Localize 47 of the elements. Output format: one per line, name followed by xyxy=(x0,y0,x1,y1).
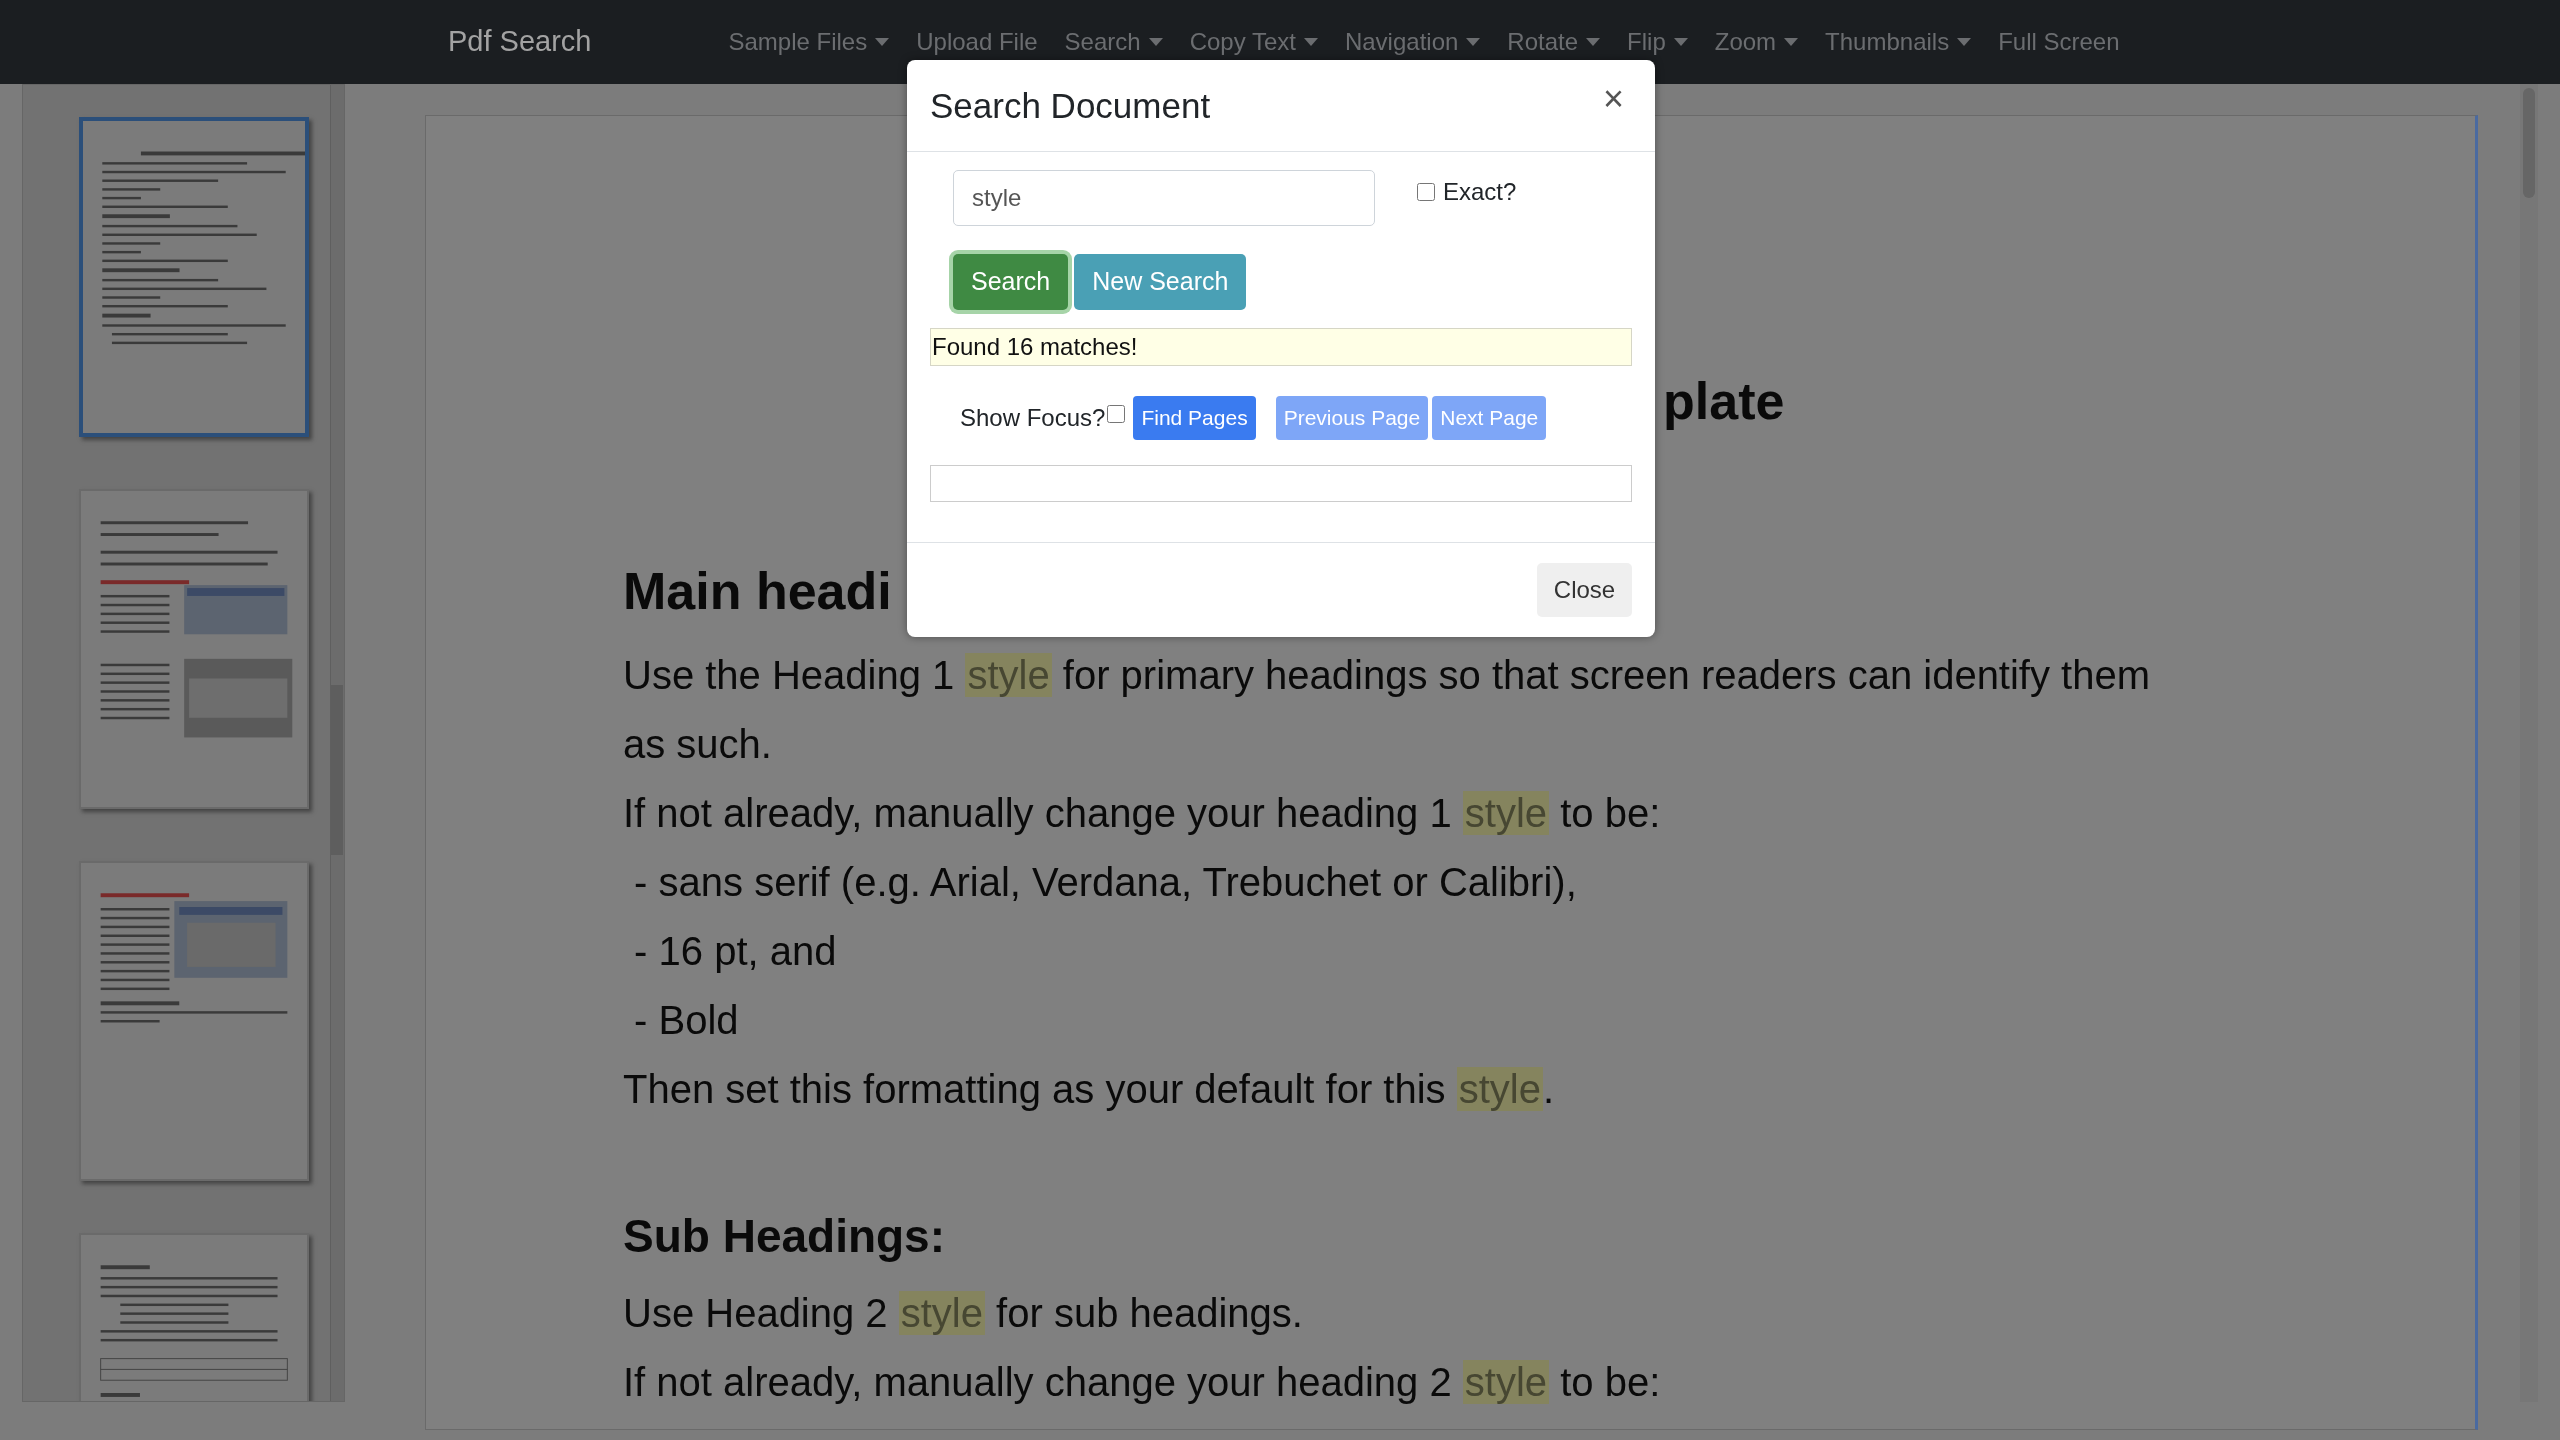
caret-icon xyxy=(875,38,890,46)
body-text: - sans serif (e.g. Arial, Verdana, Trebuchet or Calibri), xyxy=(633,859,1577,906)
caret-icon xyxy=(1673,38,1688,46)
body-text: Use Heading 2 style for sub headings. xyxy=(623,1290,1303,1337)
close-button[interactable]: Close xyxy=(1537,563,1632,617)
nav-dropdown[interactable]: Navigation xyxy=(1344,24,1481,60)
nav-dropdown[interactable]: Search xyxy=(1064,24,1163,60)
page-button[interactable]: Find Pages xyxy=(1133,396,1256,440)
exact-checkbox[interactable] xyxy=(1417,183,1435,201)
caret-icon xyxy=(1303,38,1318,46)
status-message: Found 16 matches! xyxy=(930,328,1632,366)
body-text: - 16 pt, and xyxy=(633,928,837,975)
page-thumbnail[interactable] xyxy=(79,489,309,809)
nav-dropdown[interactable]: Rotate xyxy=(1507,24,1601,60)
caret-icon xyxy=(1466,38,1481,46)
nav-dropdown[interactable]: Sample Files xyxy=(728,24,890,60)
scrollbar[interactable] xyxy=(2520,84,2538,1402)
dialog-title: Search Document xyxy=(930,84,1211,127)
caret-icon xyxy=(1148,38,1163,46)
nav-dropdown[interactable]: Zoom xyxy=(1714,24,1799,60)
nav-dropdown[interactable]: Flip xyxy=(1627,24,1688,60)
nav-dropdown[interactable]: Copy Text xyxy=(1189,24,1318,60)
body-text: - Bold xyxy=(633,997,739,1044)
page-thumbnail[interactable] xyxy=(79,861,309,1181)
body-text: If not already, manually change your heading 1 style to be: xyxy=(623,790,1661,837)
nav-link[interactable]: Full Screen xyxy=(1998,24,2120,60)
new-search-button[interactable]: New Search xyxy=(1074,254,1247,310)
scrollbar[interactable] xyxy=(330,85,344,1401)
nav-dropdown[interactable]: Thumbnails xyxy=(1825,24,1972,60)
checkbox-label: Show Focus? xyxy=(960,403,1106,433)
checkbox-label: Exact? xyxy=(1443,177,1517,207)
nav-link[interactable]: Upload File xyxy=(916,24,1038,60)
caret-icon xyxy=(1957,38,1972,46)
caret-icon xyxy=(1784,38,1799,46)
body-text: as such. xyxy=(623,721,772,768)
page-thumbnail[interactable] xyxy=(79,117,309,437)
document-title: plate xyxy=(1663,371,1785,431)
caret-icon xyxy=(1586,38,1601,46)
search-field[interactable]: style xyxy=(953,170,1375,226)
body-text: Then set this formatting as your default for this style. xyxy=(623,1066,1555,1113)
close-button[interactable]: × xyxy=(1594,80,1632,117)
brand-title[interactable]: Pdf Search xyxy=(448,20,592,64)
body-text: If not already, manually change your heading 2 style to be: xyxy=(623,1359,1661,1406)
show-focus-checkbox[interactable] xyxy=(1107,405,1126,423)
section-heading: Sub Headings: xyxy=(623,1209,946,1264)
section-heading: Main headi xyxy=(623,561,892,621)
body-text: Use the Heading 1 style for primary headings so that screen readers can identify them xyxy=(623,652,2151,699)
